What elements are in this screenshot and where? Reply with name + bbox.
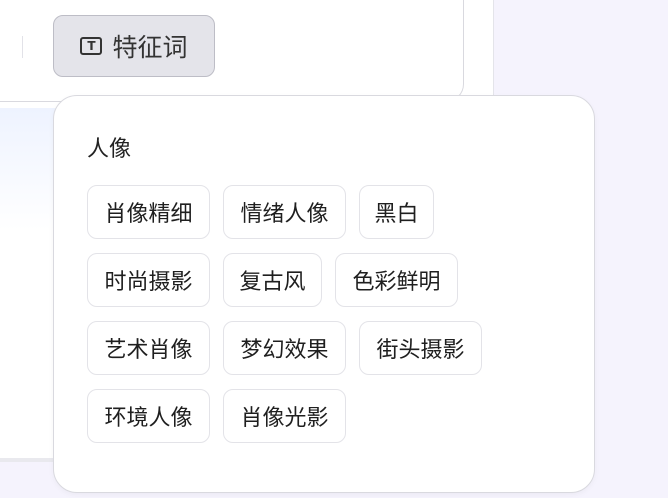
tag-chip[interactable]: 梦幻效果 [223, 321, 346, 375]
toolbar-divider [22, 36, 23, 58]
feature-words-button[interactable]: T 特征词 [53, 15, 215, 77]
tag-chip[interactable]: 肖像光影 [223, 389, 346, 443]
tag-chip[interactable]: 肖像精细 [87, 185, 210, 239]
text-box-icon: T [80, 37, 103, 55]
tag-chip[interactable]: 时尚摄影 [87, 253, 210, 307]
feature-words-popover: 人像 肖像精细 情绪人像 黑白 时尚摄影 复古风 色彩鲜明 艺术肖像 梦幻效果 … [53, 95, 595, 493]
feature-words-label: 特征词 [112, 33, 188, 62]
category-title: 人像 [87, 137, 132, 162]
tag-chip[interactable]: 街头摄影 [359, 321, 482, 375]
tag-chip[interactable]: 复古风 [223, 253, 322, 307]
tag-chip[interactable]: 艺术肖像 [87, 321, 210, 375]
tag-chip[interactable]: 环境人像 [87, 389, 210, 443]
tag-chip[interactable]: 黑白 [359, 185, 434, 239]
tag-chip[interactable]: 色彩鲜明 [335, 253, 458, 307]
tag-chip[interactable]: 情绪人像 [223, 185, 346, 239]
